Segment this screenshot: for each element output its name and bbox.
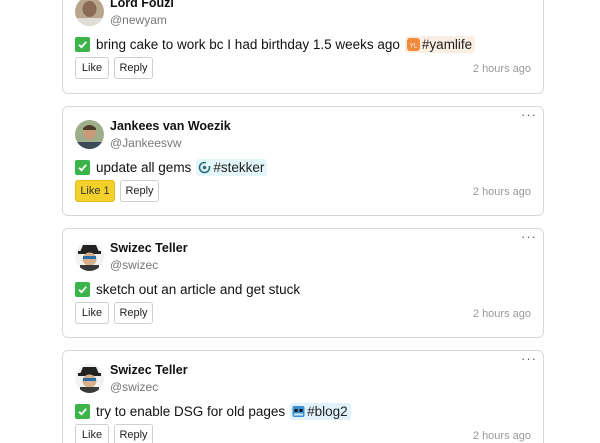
post-card: ··· Swizec Teller @swizec try to enable … xyxy=(62,350,544,443)
timestamp: 2 hours ago xyxy=(472,63,531,75)
task-text: update all gems xyxy=(96,159,192,175)
hashtag-link[interactable]: #blog2 xyxy=(290,402,351,420)
hashtag-label: #yamlife xyxy=(421,36,473,52)
like-button[interactable]: Like 1 xyxy=(75,180,115,202)
like-button[interactable]: Like xyxy=(75,302,109,324)
svg-text:YL: YL xyxy=(409,42,417,49)
checkmark-icon[interactable] xyxy=(75,36,90,52)
like-button[interactable]: Like xyxy=(75,424,109,443)
reply-button[interactable]: Reply xyxy=(114,424,153,443)
author-name[interactable]: Jankees van Woezik xyxy=(110,119,231,133)
timestamp: 2 hours ago xyxy=(472,430,531,442)
yamlife-tag-icon: YL xyxy=(406,37,420,51)
author-name[interactable]: Swizec Teller xyxy=(110,241,188,255)
author-handle[interactable]: @Jankeesvw xyxy=(110,136,182,150)
more-options-icon[interactable]: ··· xyxy=(521,230,537,243)
avatar[interactable] xyxy=(75,242,104,271)
hashtag-label: #blog2 xyxy=(307,403,348,419)
author-name[interactable]: Swizec Teller xyxy=(110,363,188,377)
post-card: ··· Jankees van Woezik @Jankeesvw update… xyxy=(62,106,544,216)
timestamp: 2 hours ago xyxy=(472,308,531,320)
activity-feed: Lord Fouzi @newyam bring cake to work bc… xyxy=(0,0,600,443)
task-text: sketch out an article and get stuck xyxy=(96,281,301,297)
author-handle[interactable]: @swizec xyxy=(110,380,158,394)
avatar[interactable] xyxy=(75,364,104,393)
checkmark-icon[interactable] xyxy=(75,403,90,419)
timestamp: 2 hours ago xyxy=(472,186,531,198)
avatar[interactable] xyxy=(75,0,104,26)
author-handle[interactable]: @swizec xyxy=(110,258,158,272)
author-name[interactable]: Lord Fouzi xyxy=(110,0,174,10)
reply-button[interactable]: Reply xyxy=(114,302,153,324)
checkmark-icon[interactable] xyxy=(75,159,90,175)
task-line: try to enable DSG for old pages #blog2 xyxy=(75,402,351,420)
avatar[interactable] xyxy=(75,120,104,149)
task-text: try to enable DSG for old pages xyxy=(96,403,286,419)
hashtag-label: #stekker xyxy=(213,159,265,175)
author-handle[interactable]: @newyam xyxy=(110,13,167,27)
hashtag-link[interactable]: YL #yamlife xyxy=(404,35,476,53)
hashtag-link[interactable]: #stekker xyxy=(196,158,268,176)
blog-tag-icon xyxy=(292,405,305,418)
more-options-icon[interactable]: ··· xyxy=(521,108,537,121)
checkmark-icon[interactable] xyxy=(75,281,90,297)
reply-button[interactable]: Reply xyxy=(114,57,153,79)
post-card: Lord Fouzi @newyam bring cake to work bc… xyxy=(62,0,544,94)
plug-tag-icon xyxy=(198,160,212,174)
task-line: sketch out an article and get stuck xyxy=(75,280,300,298)
reply-button[interactable]: Reply xyxy=(120,180,159,202)
task-line: update all gems #stekker xyxy=(75,158,268,176)
like-button[interactable]: Like xyxy=(75,57,109,79)
task-line: bring cake to work bc I had birthday 1.5… xyxy=(75,35,476,53)
post-card: ··· Swizec Teller @swizec sketch out an … xyxy=(62,228,544,338)
more-options-icon[interactable]: ··· xyxy=(521,352,537,365)
task-text: bring cake to work bc I had birthday 1.5… xyxy=(96,36,400,52)
